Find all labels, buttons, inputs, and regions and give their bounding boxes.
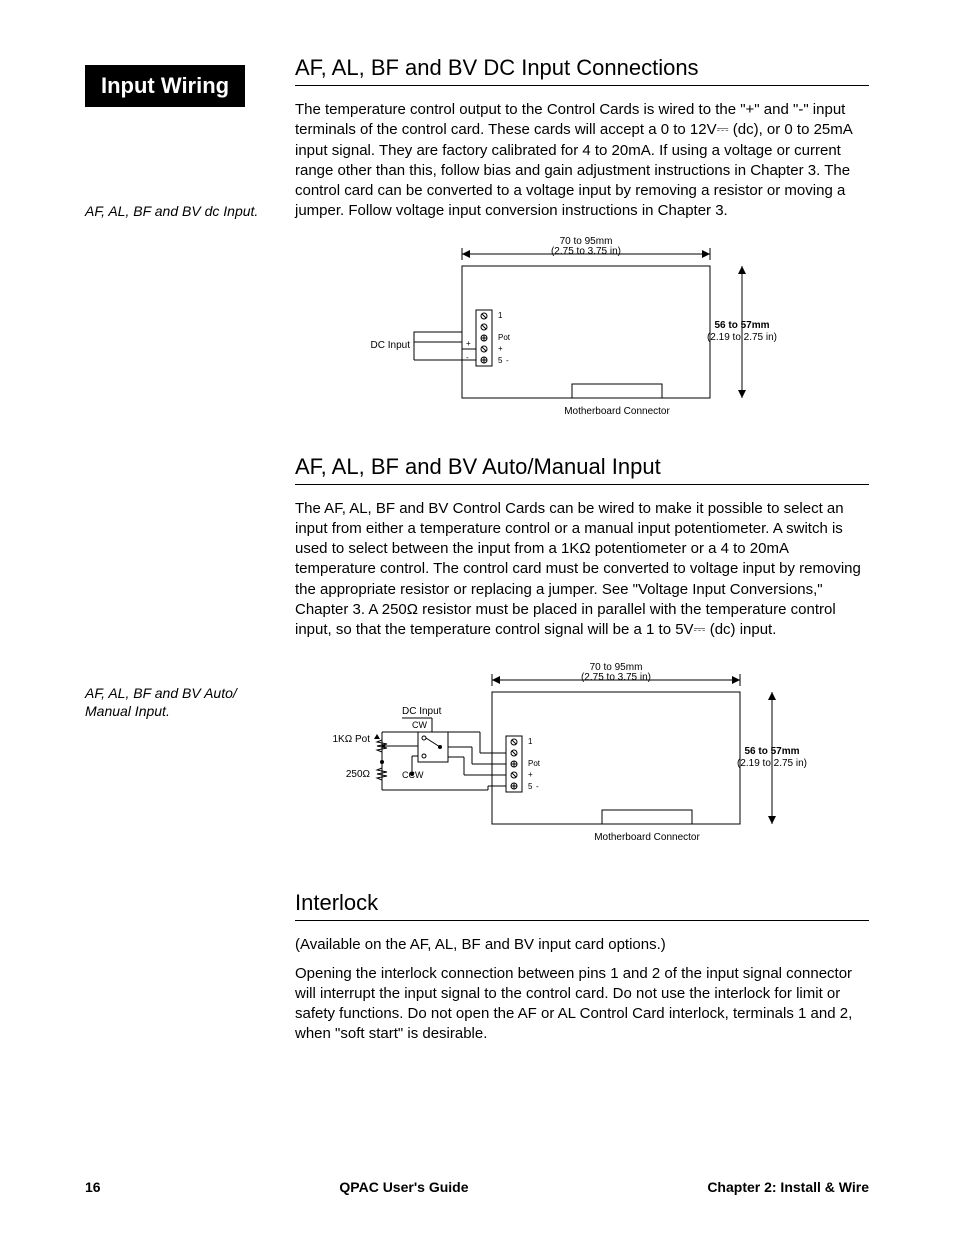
diagram-dc-input: 70 to 95mm (2.75 to 3.75 in) Motherboard…: [342, 236, 822, 436]
section-body-auto-manual: The AF, AL, BF and BV Control Cards can …: [295, 499, 869, 641]
footer-chapter: Chapter 2: Install & Wire: [707, 1179, 869, 1195]
svg-text:5: 5: [528, 782, 533, 791]
svg-text:1: 1: [528, 737, 533, 746]
svg-text:DC Input: DC Input: [371, 340, 411, 351]
svg-text:56 to 57mm: 56 to 57mm: [714, 320, 769, 331]
svg-text:Pot: Pot: [498, 333, 511, 342]
section-badge: Input Wiring: [85, 65, 245, 107]
footer-page-number: 16: [85, 1179, 101, 1195]
section-title-interlock: Interlock: [295, 890, 869, 921]
svg-text:250Ω: 250Ω: [346, 769, 371, 780]
svg-text:Motherboard Connector: Motherboard Connector: [594, 832, 700, 843]
svg-text:Pot: Pot: [528, 759, 541, 768]
svg-text:56 to 57mm: 56 to 57mm: [744, 746, 799, 757]
svg-text:5: 5: [498, 356, 503, 365]
svg-text:CW: CW: [412, 720, 427, 730]
svg-text:DC Input: DC Input: [402, 706, 442, 717]
svg-text:1KΩ Pot: 1KΩ Pot: [333, 734, 371, 745]
interlock-p2: Opening the interlock connection between…: [295, 964, 869, 1045]
svg-text:-: -: [466, 353, 469, 362]
svg-text:+: +: [528, 770, 533, 779]
svg-text:Motherboard Connector: Motherboard Connector: [564, 406, 670, 417]
interlock-p1: (Available on the AF, AL, BF and BV inpu…: [295, 935, 869, 955]
section-title-auto-manual: AF, AL, BF and BV Auto/Manual Input: [295, 454, 869, 485]
section-body-dc-input: The temperature control output to the Co…: [295, 100, 869, 222]
side-note-auto-manual: AF, AL, BF and BV Auto/ Manual Input.: [85, 684, 285, 720]
svg-text:-: -: [536, 782, 539, 791]
svg-text:-: -: [506, 356, 509, 365]
svg-text:(2.75 to 3.75 in): (2.75 to 3.75 in): [551, 246, 621, 257]
svg-text:1: 1: [498, 311, 503, 320]
diagram-auto-manual: 70 to 95mm (2.75 to 3.75 in) Motherboard…: [312, 662, 852, 872]
svg-text:(2.75 to 3.75 in): (2.75 to 3.75 in): [581, 672, 651, 683]
footer-doc-title: QPAC User's Guide: [339, 1179, 468, 1195]
svg-text:+: +: [466, 339, 471, 348]
svg-text:(2.19 to 2.75 in): (2.19 to 2.75 in): [737, 758, 807, 769]
svg-text:(2.19 to 2.75 in): (2.19 to 2.75 in): [707, 332, 777, 343]
side-note-dc-input: AF, AL, BF and BV dc Input.: [85, 202, 285, 220]
section-title-dc-input: AF, AL, BF and BV DC Input Connections: [295, 55, 869, 86]
page-footer: 16 QPAC User's Guide Chapter 2: Install …: [85, 1179, 869, 1195]
svg-text:+: +: [498, 344, 503, 353]
